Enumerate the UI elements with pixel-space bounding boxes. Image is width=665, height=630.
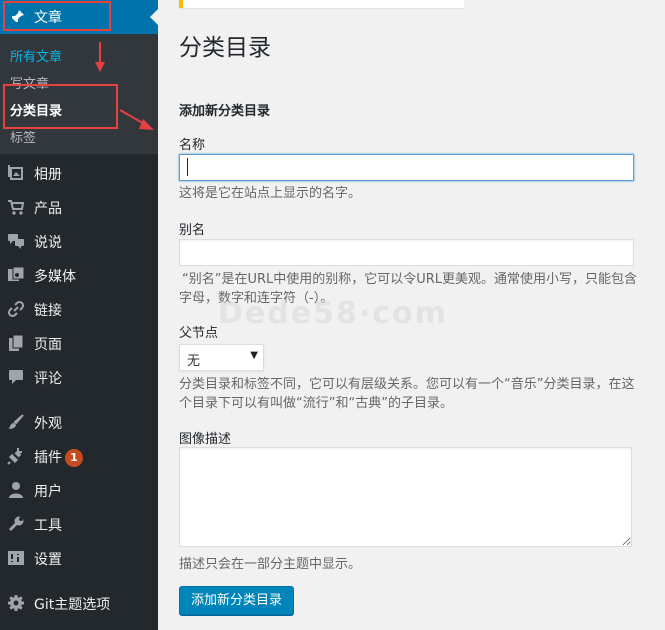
menu-item-users[interactable]: 用户 bbox=[0, 475, 158, 505]
slug-input[interactable] bbox=[179, 239, 634, 266]
dropdown-arrow-icon: ▼ bbox=[250, 350, 258, 361]
menu-label: 产品 bbox=[34, 201, 62, 217]
menu-label: 评论 bbox=[34, 371, 62, 387]
menu-label: 设置 bbox=[34, 552, 62, 568]
name-label: 名称 bbox=[179, 138, 206, 153]
menu-item-links[interactable]: 链接 bbox=[0, 294, 158, 324]
menu-label: 说说 bbox=[34, 235, 62, 251]
add-category-button[interactable]: 添加新分类目录 bbox=[179, 586, 295, 615]
main-content: 分类目录 添加新分类目录 名称 这将是它在站点上显示的名字。 别名 “别名”是在… bbox=[158, 0, 665, 630]
page-icon bbox=[7, 334, 25, 352]
menu-label: 页面 bbox=[34, 337, 62, 353]
menu-label: 用户 bbox=[34, 484, 62, 500]
admin-sidebar: 文章 所有文章 写文章 分类目录 标签 相册 产品 说说 多媒体 链接 页面 评… bbox=[0, 0, 158, 630]
description-label: 图像描述 bbox=[179, 432, 232, 447]
comment-icon bbox=[7, 368, 25, 386]
page-title: 分类目录 bbox=[179, 35, 271, 61]
menu-item-plugins[interactable]: 插件 1 bbox=[0, 441, 158, 471]
menu-item-settings[interactable]: 设置 bbox=[0, 543, 158, 573]
parent-help-line1: 分类目录和标签不同，它可以有层级关系。您可以有一个“音乐”分类目录，在这 bbox=[179, 377, 635, 392]
menu-item-git-theme-options[interactable]: Git主题选项 bbox=[0, 588, 158, 618]
paintbrush-icon bbox=[7, 413, 25, 431]
menu-label: 多媒体 bbox=[34, 269, 76, 285]
menu-item-appearance[interactable]: 外观 bbox=[0, 407, 158, 437]
name-input[interactable] bbox=[179, 154, 634, 181]
submenu-all-posts[interactable]: 所有文章 bbox=[10, 46, 62, 65]
cart-icon bbox=[7, 198, 25, 216]
annotation-box-posts bbox=[3, 1, 111, 31]
menu-item-comments[interactable]: 评论 bbox=[0, 362, 158, 392]
current-menu-notch bbox=[150, 9, 158, 25]
text-caret bbox=[187, 158, 188, 176]
menu-label: 外观 bbox=[34, 416, 62, 432]
menu-label: Git主题选项 bbox=[34, 597, 111, 613]
parent-label: 父节点 bbox=[179, 326, 219, 341]
parent-help-line2: 个目录下可以有叫做“流行”和“古典”的子目录。 bbox=[179, 396, 453, 411]
add-category-heading: 添加新分类目录 bbox=[179, 104, 271, 119]
description-textarea[interactable] bbox=[179, 447, 632, 547]
user-icon bbox=[7, 481, 25, 499]
gallery-icon bbox=[7, 164, 25, 182]
notice-strip bbox=[179, 0, 464, 8]
gear-icon bbox=[7, 594, 25, 612]
link-icon bbox=[7, 300, 25, 318]
menu-item-tools[interactable]: 工具 bbox=[0, 509, 158, 539]
menu-item-products[interactable]: 产品 bbox=[0, 192, 158, 222]
annotation-arrow-right bbox=[119, 109, 154, 130]
parent-select-value: 无 bbox=[187, 354, 201, 369]
submenu-tags[interactable]: 标签 bbox=[10, 127, 36, 146]
plugin-icon bbox=[7, 447, 25, 465]
parent-select[interactable]: 无 ▼ bbox=[179, 344, 264, 371]
menu-item-talk[interactable]: 说说 bbox=[0, 226, 158, 256]
menu-item-gallery[interactable]: 相册 bbox=[0, 158, 158, 188]
menu-item-pages[interactable]: 页面 bbox=[0, 328, 158, 358]
annotation-box-categories bbox=[3, 84, 118, 129]
menu-label: 插件 bbox=[34, 450, 62, 466]
slug-help-line1: “别名”是在URL中使用的别称，它可以令URL更美观。通常使用小写，只能包含 bbox=[182, 272, 638, 287]
menu-label: 相册 bbox=[34, 167, 62, 183]
plugin-update-badge: 1 bbox=[65, 449, 83, 467]
watermark: Dede58·com bbox=[218, 296, 448, 331]
wrench-icon bbox=[7, 515, 25, 533]
media-icon bbox=[7, 266, 25, 284]
description-help: 描述只会在一部分主题中显示。 bbox=[179, 557, 362, 572]
name-help: 这将是它在站点上显示的名字。 bbox=[179, 186, 362, 201]
menu-label: 链接 bbox=[34, 303, 62, 319]
annotation-arrow-down bbox=[95, 42, 105, 72]
menu-label: 工具 bbox=[34, 518, 62, 534]
slug-label: 别名 bbox=[179, 223, 206, 238]
settings-icon bbox=[7, 549, 25, 567]
menu-item-media[interactable]: 多媒体 bbox=[0, 260, 158, 290]
chat-icon bbox=[7, 232, 25, 250]
